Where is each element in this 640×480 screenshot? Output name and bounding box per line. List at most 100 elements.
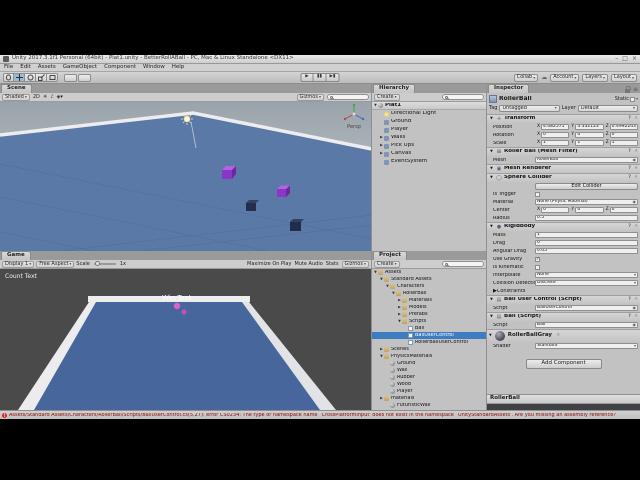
scene-viewport[interactable]: Persp: [0, 102, 371, 251]
project-item[interactable]: ▼ Assets: [372, 269, 486, 276]
component-header[interactable]: ▼ ▤ Ball (Script)? ☼: [487, 312, 640, 321]
game-viewport[interactable]: Count Text Win Text: [0, 269, 371, 410]
account-dropdown[interactable]: Account ▾: [550, 73, 580, 82]
persp-label[interactable]: Persp: [347, 124, 361, 130]
number-field[interactable]: 0: [541, 207, 570, 213]
number-field[interactable]: 0: [609, 207, 638, 213]
hierarchy-item[interactable]: Directional Light: [372, 110, 486, 118]
project-item[interactable]: Wall: [372, 367, 486, 374]
hierarchy-item[interactable]: Ground: [372, 118, 486, 126]
help-icon[interactable]: ?: [628, 175, 631, 181]
help-icon[interactable]: ?: [628, 224, 631, 230]
project-item[interactable]: ▶ Models: [372, 304, 486, 311]
tab-inspector[interactable]: Inspector: [488, 84, 530, 93]
move-tool-button[interactable]: [14, 73, 25, 82]
maximize-button[interactable]: □: [622, 56, 628, 62]
maximize-on-play-toggle[interactable]: Maximize On Play: [247, 261, 291, 267]
hierarchy-item[interactable]: Player: [372, 126, 486, 134]
fold-arrow[interactable]: ▼: [489, 176, 494, 180]
menu-window[interactable]: Window: [143, 64, 165, 71]
pivot-toggle-button[interactable]: [64, 73, 77, 82]
number-field[interactable]: 0: [535, 240, 638, 246]
object-picker-icon[interactable]: ◉: [633, 306, 637, 310]
gear-icon[interactable]: ☼: [634, 149, 638, 155]
object-picker-icon[interactable]: ◉: [633, 200, 637, 204]
gear-icon[interactable]: ☼: [634, 314, 638, 320]
layer-dropdown[interactable]: Default ▾: [577, 104, 639, 112]
object-field[interactable]: BallUserControl ◉: [535, 305, 638, 311]
aspect-dropdown[interactable]: Free Aspect ▾: [36, 260, 75, 268]
hierarchy-create-dropdown[interactable]: Create ▾: [374, 93, 400, 101]
scene-audio-icon[interactable]: ♪: [50, 94, 53, 100]
fold-arrow[interactable]: ▼: [489, 334, 492, 338]
project-item[interactable]: Ground: [372, 360, 486, 367]
scale-slider-knob[interactable]: [94, 261, 100, 266]
layout-dropdown[interactable]: Layout ▾: [610, 73, 637, 82]
project-item[interactable]: BallUserControl: [372, 332, 486, 339]
help-icon[interactable]: ?: [628, 297, 631, 303]
fold-arrow[interactable]: ▼: [489, 225, 494, 229]
handle-rotation-toggle-button[interactable]: [78, 73, 91, 82]
collab-dropdown[interactable]: Collab ▾: [513, 73, 539, 82]
console-error-message[interactable]: Assets/Standard Assets/Characters/Roller…: [9, 413, 616, 418]
component-header[interactable]: ▼ ▤ Ball User Control (Script)? ☼: [487, 295, 640, 304]
rect-tool-button[interactable]: [47, 73, 58, 82]
rotate-tool-button[interactable]: [25, 73, 36, 82]
number-field[interactable]: 0: [575, 132, 604, 138]
close-button[interactable]: ×: [632, 56, 637, 62]
tag-dropdown[interactable]: Untagged ▾: [499, 104, 560, 112]
scene-view[interactable]: Persp: [0, 102, 371, 251]
project-search-input[interactable]: [442, 261, 484, 267]
gear-icon[interactable]: ☼: [634, 116, 638, 122]
toggle-2d-button[interactable]: 2D: [33, 94, 40, 100]
preview-header[interactable]: RollerBall: [487, 395, 640, 404]
project-item[interactable]: Wood: [372, 381, 486, 388]
menu-file[interactable]: File: [4, 64, 13, 71]
menu-help[interactable]: Help: [172, 64, 185, 71]
object-picker-icon[interactable]: ◉: [633, 158, 637, 162]
menu-assets[interactable]: Assets: [38, 64, 56, 71]
scene-lighting-icon[interactable]: ☀: [43, 94, 47, 100]
component-header[interactable]: ▼ ● Rigidbody? ☼: [487, 222, 640, 231]
gear-icon[interactable]: ☼: [634, 297, 638, 303]
fold-arrow[interactable]: ▼: [489, 315, 494, 319]
project-item[interactable]: ▼ PhysicsMaterials: [372, 353, 486, 360]
hierarchy-item[interactable]: ▼ Plat1: [372, 102, 486, 110]
project-item[interactable]: ▶ Prefabs: [372, 311, 486, 318]
play-button[interactable]: ▶: [300, 73, 314, 82]
dropdown-field[interactable]: None ▾: [535, 272, 638, 278]
number-field[interactable]: 0: [575, 207, 604, 213]
hand-tool-button[interactable]: [3, 73, 14, 82]
gear-icon[interactable]: ☼: [556, 333, 560, 339]
project-item[interactable]: ▼ Scripts: [372, 318, 486, 325]
menu-edit[interactable]: Edit: [20, 64, 31, 71]
project-item[interactable]: Ball: [372, 325, 486, 332]
help-icon[interactable]: ?: [628, 314, 631, 320]
display-dropdown[interactable]: Display 1 ▾: [2, 260, 35, 268]
scale-tool-button[interactable]: [36, 73, 47, 82]
add-component-button[interactable]: Add Component: [525, 359, 602, 369]
help-icon[interactable]: ?: [628, 149, 631, 155]
project-item[interactable]: ▶ materials: [372, 395, 486, 402]
number-field[interactable]: 0: [541, 132, 570, 138]
fold-arrow[interactable]: ▼: [489, 167, 494, 171]
hierarchy-item[interactable]: ▶ Pick Ups: [372, 142, 486, 150]
object-field[interactable]: None (Physic Material) ◉: [535, 199, 638, 205]
project-item[interactable]: ▶ Scenes: [372, 346, 486, 353]
number-field[interactable]: 1: [575, 140, 604, 146]
fold-arrow[interactable]: ▼: [489, 298, 494, 302]
help-icon[interactable]: ?: [628, 116, 631, 122]
number-field[interactable]: 1: [541, 140, 570, 146]
help-icon[interactable]: ?: [628, 166, 631, 172]
tab-game[interactable]: Game: [1, 251, 31, 260]
project-item[interactable]: Rubber: [372, 374, 486, 381]
menu-component[interactable]: Component: [104, 64, 136, 71]
project-create-dropdown[interactable]: Create ▾: [374, 260, 400, 268]
project-item[interactable]: ▼ RollerBall: [372, 290, 486, 297]
shader-dropdown[interactable]: Standard ▾: [535, 343, 638, 349]
checkbox[interactable]: [535, 191, 540, 197]
fold-arrow[interactable]: ▼: [489, 117, 494, 121]
hierarchy-search-input[interactable]: [442, 94, 484, 100]
gear-icon[interactable]: ☼: [634, 166, 638, 172]
cloud-icon[interactable]: ☁: [541, 74, 547, 81]
